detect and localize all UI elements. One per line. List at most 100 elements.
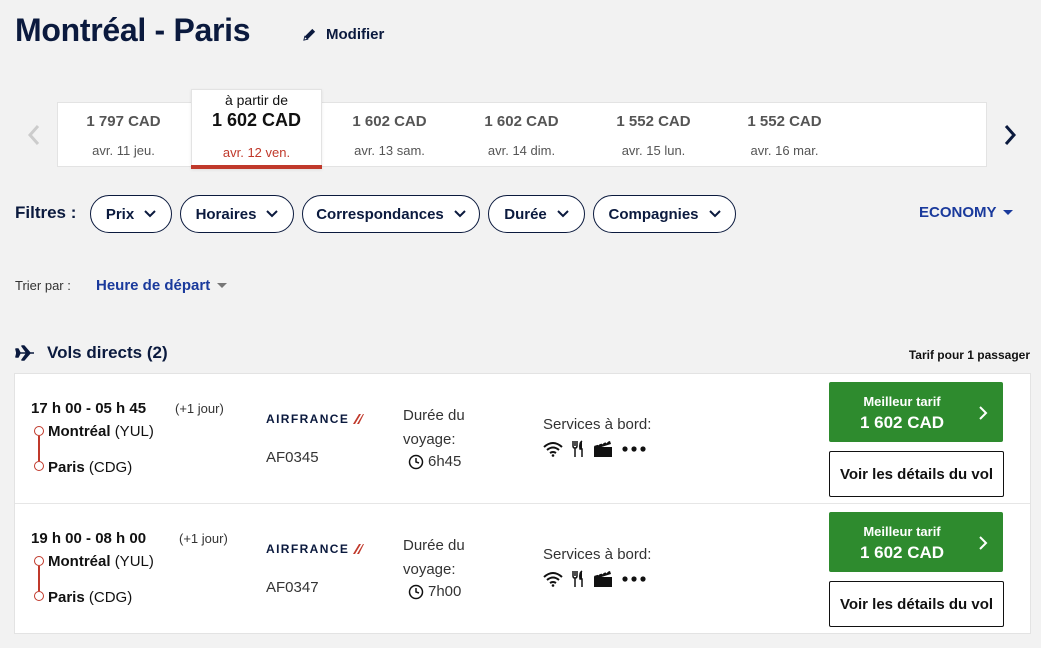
modify-label: Modifier	[326, 26, 385, 43]
onboard-services	[543, 440, 646, 458]
caret-down-icon	[217, 283, 228, 288]
chevron-down-icon	[266, 210, 279, 218]
date-label: avr. 15 lun.	[621, 143, 686, 158]
wifi-icon	[543, 571, 563, 587]
date-option[interactable]: 1 602 CAD avr. 14 dim.	[456, 103, 587, 168]
duration: 7h00	[408, 583, 461, 600]
airline-name: AIRFRANCE	[266, 542, 350, 556]
date-price: 1 602 CAD	[211, 110, 302, 130]
best-fare-price: 1 602 CAD	[859, 543, 945, 562]
section-header: Vols directs (2)	[15, 343, 168, 363]
flight-details-button[interactable]: Voir les détails du vol	[829, 451, 1004, 497]
flight-times: 19 h 00 - 08 h 00	[31, 530, 147, 547]
page-title: Montréal - Paris	[15, 12, 251, 48]
filter-duration-button[interactable]: Durée	[488, 195, 585, 233]
day-offset-note: (+1 jour)	[175, 401, 224, 416]
chevron-right-icon	[1004, 125, 1017, 145]
airline-logo: AIRFRANCE	[266, 542, 365, 556]
dest-code: (CDG)	[88, 589, 133, 606]
wifi-icon	[543, 441, 563, 457]
flight-details-button[interactable]: Voir les détails du vol	[829, 581, 1004, 627]
services-label: Services à bord:	[543, 546, 652, 563]
date-label: avr. 11 jeu.	[92, 143, 155, 158]
date-option[interactable]: 1 552 CAD avr. 16 mar.	[719, 103, 850, 168]
origin-city: Montréal	[48, 423, 111, 440]
entertainment-icon	[593, 440, 613, 458]
filters-label: Filtres :	[15, 203, 77, 222]
origin-city: Montréal	[48, 553, 111, 570]
chevron-down-icon	[454, 210, 466, 218]
filter-label: Horaires	[195, 205, 257, 223]
origin-code: (YUL)	[114, 423, 154, 440]
dest-code: (CDG)	[88, 459, 133, 476]
filter-connections-button[interactable]: Correspondances	[302, 195, 480, 233]
duration-label: Durée du voyage:	[403, 407, 465, 448]
flight-search-page: Montréal - Paris Modifier 1 797 CAD avr.…	[0, 0, 1041, 648]
airline-stripe-icon	[353, 544, 365, 554]
meal-icon	[572, 440, 584, 458]
date-carousel: 1 797 CAD avr. 11 jeu. à partir de 1 602…	[57, 89, 987, 169]
airline-name: AIRFRANCE	[266, 412, 350, 426]
filter-airlines-button[interactable]: Compagnies	[593, 195, 736, 233]
dest-city: Paris	[48, 459, 85, 476]
airline-logo: AIRFRANCE	[266, 412, 365, 426]
day-offset-note: (+1 jour)	[179, 531, 228, 546]
best-fare-button[interactable]: Meilleur tarif 1 602 CAD	[829, 512, 1003, 572]
origin-code: (YUL)	[114, 553, 154, 570]
airline-stripe-icon	[353, 414, 365, 424]
date-price: 1 602 CAD	[484, 113, 559, 130]
carousel-next-button[interactable]	[999, 120, 1021, 150]
filter-label: Durée	[504, 205, 547, 223]
date-price: 1 602 CAD	[352, 113, 427, 130]
duration-value: 7h00	[428, 583, 462, 600]
date-label: avr. 13 sam.	[354, 143, 425, 158]
from-label: à partir de	[224, 92, 289, 108]
date-option[interactable]: 1 552 CAD avr. 15 lun.	[588, 103, 719, 168]
airplane-icon	[15, 345, 34, 361]
filter-label: Compagnies	[608, 205, 699, 223]
flight-row: 17 h 00 - 05 h 45 (+1 jour) Montréal (YU…	[15, 374, 1030, 504]
caret-down-icon	[1002, 210, 1013, 215]
flight-number: AF0345	[266, 449, 319, 466]
dest-city: Paris	[48, 589, 85, 606]
more-icon[interactable]	[622, 446, 646, 452]
filter-schedule-button[interactable]: Horaires	[180, 195, 294, 233]
best-fare-label: Meilleur tarif	[863, 524, 941, 539]
modify-search-button[interactable]: Modifier	[302, 26, 384, 43]
date-price: 1 552 CAD	[747, 113, 822, 130]
clock-icon	[408, 584, 424, 599]
chevron-down-icon	[144, 210, 156, 218]
date-option[interactable]: 1 797 CAD avr. 11 jeu.	[58, 103, 189, 168]
destination: Paris (CDG)	[48, 589, 132, 606]
date-label: avr. 14 dim.	[487, 143, 556, 158]
destination: Paris (CDG)	[48, 459, 132, 476]
chevron-down-icon	[708, 210, 721, 218]
date-option[interactable]: 1 602 CAD avr. 13 sam.	[324, 103, 455, 168]
best-fare-button[interactable]: Meilleur tarif 1 602 CAD	[829, 382, 1003, 442]
flight-number: AF0347	[266, 579, 319, 596]
route-line-icon	[34, 426, 44, 471]
section-title: Vols directs (2)	[47, 343, 168, 362]
clock-icon	[408, 454, 424, 469]
cabin-class-dropdown[interactable]: ECONOMY	[919, 204, 1013, 221]
fare-note: Tarif pour 1 passager	[908, 348, 1030, 362]
sort-value: Heure de départ	[96, 277, 211, 294]
origin: Montréal (YUL)	[48, 553, 154, 570]
chevron-left-icon	[27, 125, 40, 145]
filter-price-button[interactable]: Prix	[90, 195, 172, 233]
date-label: avr. 12 ven.	[222, 145, 291, 160]
route-line-icon	[34, 556, 44, 601]
duration-label: Durée du voyage:	[403, 537, 465, 578]
chevron-right-icon	[979, 406, 988, 420]
date-option-selected[interactable]: à partir de 1 602 CAD avr. 12 ven.	[191, 89, 322, 169]
origin: Montréal (YUL)	[48, 423, 154, 440]
filter-label: Prix	[105, 205, 135, 223]
pencil-icon	[303, 28, 316, 41]
meal-icon	[572, 570, 584, 588]
flight-results-list: 17 h 00 - 05 h 45 (+1 jour) Montréal (YU…	[14, 373, 1031, 634]
carousel-prev-button[interactable]	[23, 120, 45, 150]
chevron-right-icon	[979, 536, 988, 550]
sort-dropdown[interactable]: Heure de départ	[96, 277, 228, 294]
more-icon[interactable]	[622, 576, 646, 582]
best-fare-label: Meilleur tarif	[863, 394, 941, 409]
